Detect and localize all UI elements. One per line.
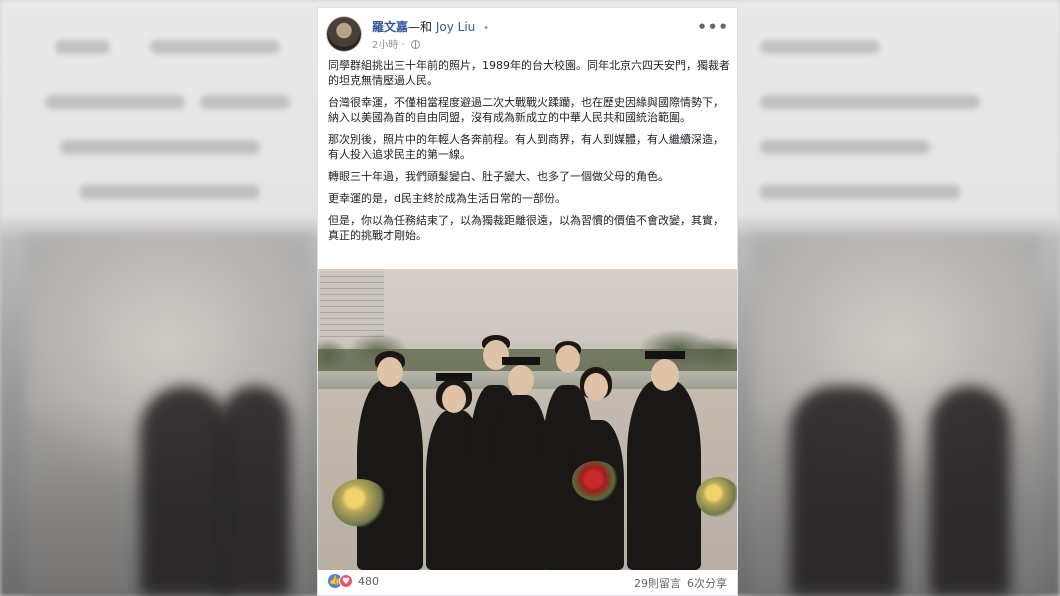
blurred-text: [200, 95, 290, 109]
author-avatar[interactable]: [326, 16, 362, 52]
post-paragraph: 更幸運的是，d民主終於成為生活日常的一部份。: [328, 192, 566, 205]
tag-dot: •: [483, 23, 490, 34]
heart-icon[interactable]: ♥: [339, 574, 353, 588]
blurred-text: [760, 40, 880, 54]
reaction-count[interactable]: 480: [358, 575, 379, 588]
blurred-text: [55, 40, 110, 54]
meta-dot: ·: [401, 40, 405, 51]
post-meta: 2小時 ·: [372, 36, 420, 51]
blurred-text: [760, 95, 980, 109]
post-footer: 👍 ♥ 480 29則留言 6次分享: [318, 568, 737, 595]
post-text: 同學群組挑出三十年前的照片，1989年的台大校園。同年北京六四天安門，獨裁者的坦…: [328, 58, 730, 250]
blurred-text: [45, 95, 185, 109]
photo-person: [353, 351, 428, 570]
blurred-figure: [220, 386, 290, 596]
blurred-text: [150, 40, 280, 54]
blurred-text: [760, 140, 930, 154]
post-timestamp-link[interactable]: 2小時: [372, 40, 398, 51]
globe-icon[interactable]: [410, 40, 420, 49]
photo-flowers: [696, 477, 737, 517]
blurred-text: [60, 140, 260, 154]
blurred-figure: [140, 386, 230, 596]
photo-person: [623, 351, 705, 570]
facebook-post: 羅文嘉—和 Joy Liu • 2小時 · ••• 同學群組挑出三十年前的照片，…: [317, 7, 738, 596]
blurred-figure: [790, 386, 900, 596]
blurred-text: [760, 185, 960, 199]
photo-flowers: [572, 461, 620, 501]
blurred-figure: [930, 386, 1010, 596]
with-separator: —和: [408, 20, 433, 34]
post-header: 羅文嘉—和 Joy Liu • 2小時 · •••: [326, 16, 729, 52]
share-count-link[interactable]: 6次分享: [687, 575, 727, 591]
post-paragraph: 但是，你以為任務結束了，以為獨裁距離很遠，以為習慣的價值不會改變，其實，真正的挑…: [328, 214, 724, 242]
post-photo[interactable]: [318, 269, 737, 570]
tagged-user-link[interactable]: Joy Liu: [436, 20, 475, 34]
photo-flowers: [332, 479, 388, 527]
post-paragraph: 轉眼三十年過，我們頭髮變白、肚子變大、也多了一個做父母的角色。: [328, 170, 669, 183]
post-paragraph: 同學群組挑出三十年前的照片，1989年的台大校園。同年北京六四天安門，獨裁者的坦…: [328, 59, 730, 87]
author-name-link[interactable]: 羅文嘉: [372, 20, 408, 34]
comment-count-link[interactable]: 29則留言: [634, 575, 681, 591]
post-paragraph: 那次別後，照片中的年輕人各奔前程。有人到商界，有人到媒體，有人繼續深造，有人投入…: [328, 133, 724, 161]
blurred-text: [80, 185, 260, 199]
more-options-icon[interactable]: •••: [697, 18, 729, 36]
author-line: 羅文嘉—和 Joy Liu •: [372, 18, 489, 35]
post-paragraph: 台灣很幸運，不僅相當程度避過二次大戰戰火蹂躪，也在歷史因緣與國際情勢下，納入以美…: [328, 96, 724, 124]
